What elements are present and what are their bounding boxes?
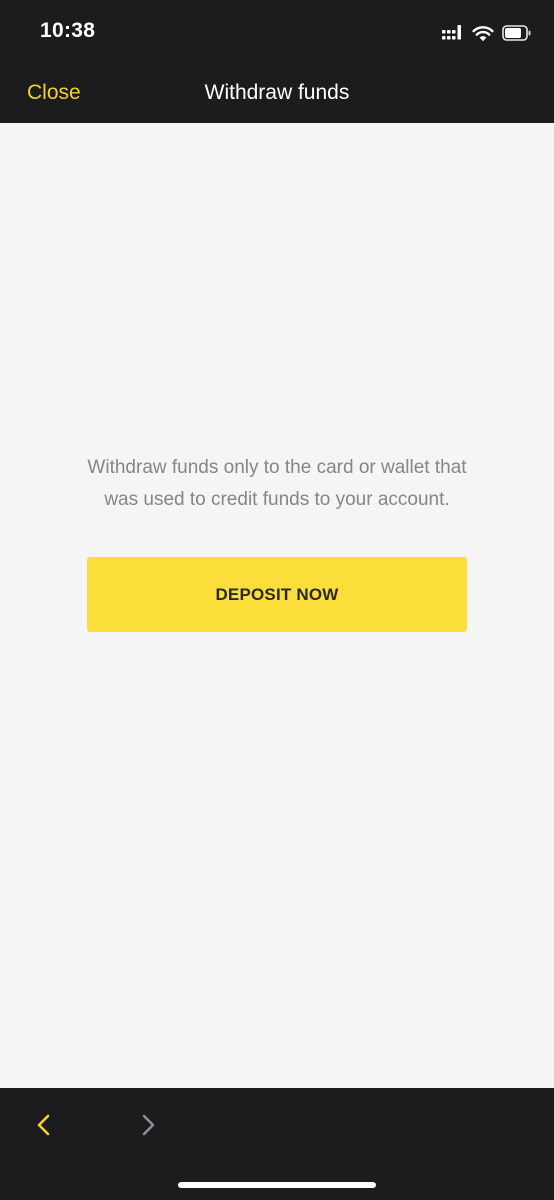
chevron-right-icon[interactable] [136, 1110, 162, 1140]
status-time: 10:38 [40, 19, 96, 42]
screen: 10:38 Close Withdraw funds Withdraw fund… [0, 0, 554, 1200]
home-indicator [178, 1182, 376, 1188]
chevron-left-icon[interactable] [30, 1110, 56, 1140]
bottom-toolbar [0, 1088, 554, 1200]
page-title: Withdraw funds [204, 81, 350, 104]
message-line-2: was used to credit funds to your account… [104, 489, 450, 510]
top-bar: 10:38 Close Withdraw funds [0, 0, 554, 123]
cellular-signal-icon [442, 25, 461, 40]
status-icons [442, 22, 532, 44]
deposit-now-button[interactable]: DEPOSIT NOW [87, 557, 467, 632]
withdraw-info-message: Withdraw funds only to the card or walle… [40, 452, 514, 516]
battery-icon [502, 25, 531, 41]
wifi-icon [472, 25, 494, 41]
message-line-1: Withdraw funds only to the card or walle… [87, 457, 467, 478]
